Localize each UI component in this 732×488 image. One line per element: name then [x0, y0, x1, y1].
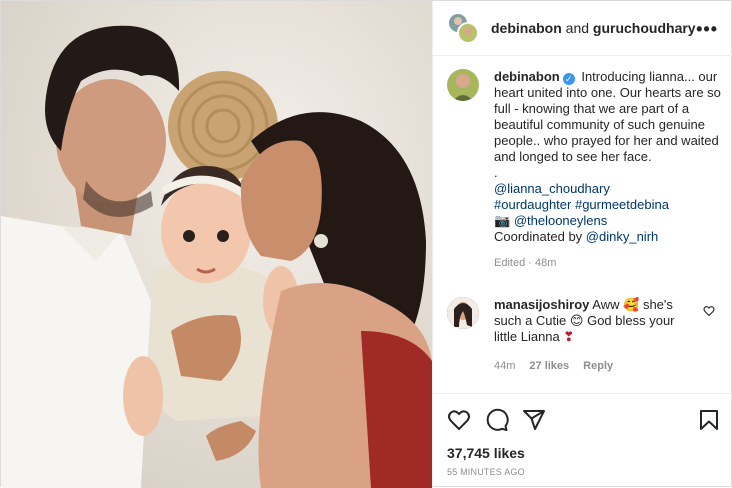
comment-text: Aww	[592, 297, 620, 312]
family-photo-illustration	[1, 1, 432, 488]
avatar[interactable]	[447, 297, 479, 329]
caption-username[interactable]: debinabon	[494, 69, 560, 84]
avatar[interactable]	[447, 69, 479, 101]
verified-icon: ✓	[562, 73, 575, 85]
username-link[interactable]: debinabon	[491, 20, 562, 36]
heart-icon[interactable]	[447, 408, 471, 435]
comment-icon[interactable]	[485, 408, 509, 435]
caption-body: debinabon ✓ Introducing lianna... our hea…	[494, 69, 727, 271]
likes-count[interactable]: 37,745 likes	[447, 445, 525, 461]
emoji: ❣	[563, 329, 575, 344]
caption: debinabon ✓ Introducing lianna... our hea…	[447, 69, 727, 271]
comment-row: manasijoshiroy Aww 🥰 she's such a Cutie …	[447, 297, 727, 374]
hashtag-link[interactable]: #ourdaughter	[494, 197, 571, 212]
coordinated-text: Coordinated by	[494, 229, 583, 244]
reply-button[interactable]: Reply	[583, 358, 613, 374]
comment-username[interactable]: manasijoshiroy	[494, 297, 589, 312]
post-header: debinabon and guruchoudhary •••	[433, 1, 732, 56]
action-bar	[433, 393, 732, 443]
share-icon[interactable]	[522, 408, 546, 435]
hashtag-link[interactable]: #gurmeetdebina	[575, 197, 669, 212]
emoji: 🥰	[623, 297, 640, 312]
username-link[interactable]: guruchoudhary	[593, 20, 696, 36]
post-side-panel: debinabon and guruchoudhary ••• debinabo…	[432, 1, 732, 488]
joiner-text: and	[565, 20, 590, 36]
edited-timestamp: Edited · 48m	[494, 257, 557, 269]
avatar-2[interactable]	[457, 22, 479, 44]
camera-icon: 📷	[494, 213, 511, 228]
mention-link[interactable]: @dinky_nirh	[586, 229, 658, 244]
comment-meta: 44m 27 likes Reply	[494, 358, 694, 374]
post-photo[interactable]	[1, 1, 432, 488]
comment-likes[interactable]: 27 likes	[529, 358, 569, 374]
more-icon[interactable]: •••	[696, 19, 718, 40]
instagram-post: debinabon and guruchoudhary ••• debinabo…	[0, 0, 732, 488]
heart-icon[interactable]	[703, 305, 715, 320]
emoji: 😊	[569, 313, 584, 328]
bookmark-icon[interactable]	[697, 408, 721, 435]
caption-dot: .	[494, 165, 498, 180]
comment-time: 44m	[494, 360, 516, 372]
post-timestamp: 55 MINUTES AGO	[447, 467, 525, 477]
comment-body: manasijoshiroy Aww 🥰 she's such a Cutie …	[494, 297, 694, 374]
mention-link[interactable]: @lianna_choudhary	[494, 181, 610, 196]
mention-link[interactable]: @thelooneylens	[514, 213, 607, 228]
collab-avatars[interactable]	[447, 12, 479, 44]
collab-usernames: debinabon and guruchoudhary	[491, 20, 696, 36]
